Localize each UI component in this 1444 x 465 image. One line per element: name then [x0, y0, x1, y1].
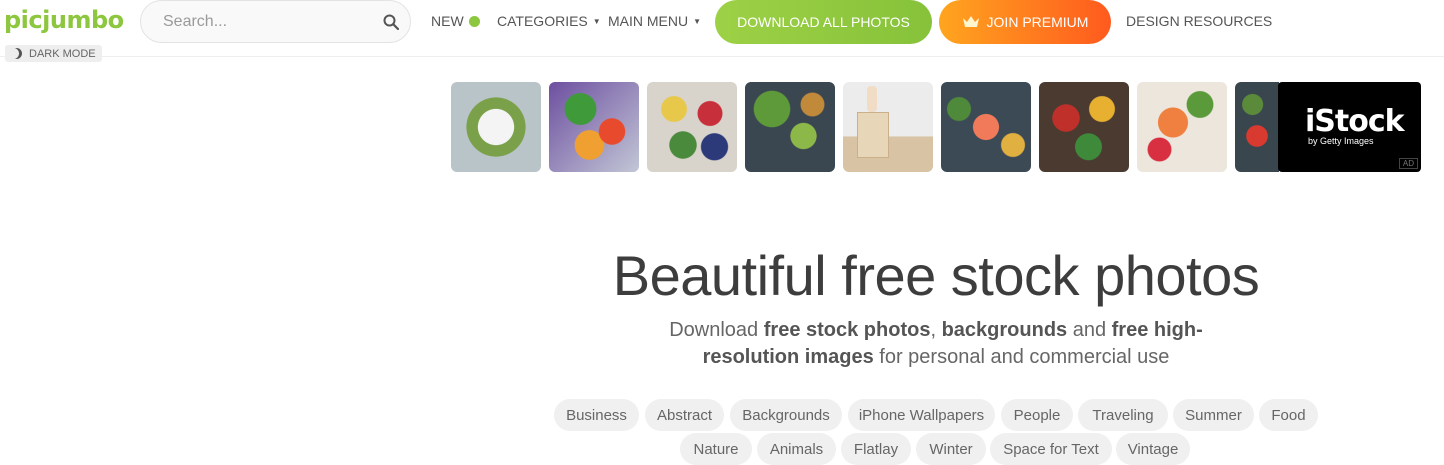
tag-chip[interactable]: People: [1001, 399, 1073, 431]
tag-chip[interactable]: Nature: [680, 433, 752, 465]
tag-chip[interactable]: Abstract: [645, 399, 724, 431]
ad-thumbnail[interactable]: [1137, 82, 1227, 172]
nav-main-menu-label: MAIN MENU: [608, 13, 689, 29]
join-premium-label: JOIN PREMIUM: [986, 14, 1089, 30]
nav-categories[interactable]: CATEGORIES ▼: [497, 13, 601, 29]
nav-design-resources[interactable]: DESIGN RESOURCES: [1126, 13, 1272, 29]
download-all-label: DOWNLOAD ALL PHOTOS: [737, 14, 910, 30]
nav-new-label: NEW: [431, 13, 464, 29]
tag-chip[interactable]: Space for Text: [990, 433, 1112, 465]
tag-chip[interactable]: Summer: [1173, 399, 1254, 431]
dark-mode-toggle[interactable]: DARK MODE: [5, 45, 102, 62]
ad-thumbnail[interactable]: [1039, 82, 1129, 172]
istock-ad[interactable]: iStock by Getty Images AD: [1278, 82, 1421, 172]
search-icon[interactable]: [383, 14, 399, 30]
ad-thumbnail[interactable]: [1235, 82, 1279, 172]
subtitle-text: for personal and commercial use: [873, 346, 1170, 368]
subtitle-text: and: [1067, 319, 1112, 341]
subtitle-bold: backgrounds: [941, 319, 1068, 341]
moon-icon: [11, 48, 22, 59]
tag-chip[interactable]: Business: [554, 399, 639, 431]
ad-thumbnail[interactable]: [745, 82, 835, 172]
ad-thumbnail[interactable]: [941, 82, 1031, 172]
ad-thumbnail[interactable]: [647, 82, 737, 172]
new-dot-icon: [468, 15, 480, 27]
crown-icon: [962, 16, 979, 27]
hero-title: Beautiful free stock photos: [612, 244, 1260, 307]
hero-subtitle: Download free stock photos, backgrounds …: [660, 317, 1212, 371]
tag-chip[interactable]: Food: [1259, 399, 1318, 431]
subtitle-text: ,: [930, 319, 942, 341]
site-header: picjumbo DARK MODE NEW CATEGORIES ▼ MAIN…: [0, 0, 1444, 62]
tag-chip[interactable]: Animals: [757, 433, 836, 465]
subtitle-bold: free stock photos: [763, 319, 931, 341]
tag-chip[interactable]: Vintage: [1116, 433, 1190, 465]
site-logo[interactable]: picjumbo: [4, 6, 124, 34]
nav-categories-label: CATEGORIES: [497, 13, 588, 29]
ad-thumbnail[interactable]: [843, 82, 933, 172]
tag-chip[interactable]: Flatlay: [841, 433, 911, 465]
nav-design-resources-label: DESIGN RESOURCES: [1126, 13, 1273, 29]
tag-chip[interactable]: Backgrounds: [730, 399, 842, 431]
istock-brand-sub: by Getty Images: [1308, 136, 1374, 146]
ad-badge: AD: [1398, 158, 1418, 169]
caret-down-icon: ▼: [693, 16, 702, 26]
caret-down-icon: ▼: [592, 16, 601, 26]
search-box: [140, 0, 411, 43]
search-input[interactable]: [161, 12, 365, 32]
tag-chip[interactable]: Traveling: [1078, 399, 1168, 431]
ad-thumbnail[interactable]: [549, 82, 639, 172]
nav-main-menu[interactable]: MAIN MENU ▼: [608, 13, 701, 29]
dark-mode-label: DARK MODE: [29, 47, 96, 60]
nav-new[interactable]: NEW: [431, 13, 480, 29]
ad-thumbnail[interactable]: [451, 82, 541, 172]
download-all-button[interactable]: DOWNLOAD ALL PHOTOS: [715, 0, 932, 44]
join-premium-button[interactable]: JOIN PREMIUM: [939, 0, 1111, 44]
subtitle-text: Download: [669, 319, 764, 341]
tag-chip[interactable]: iPhone Wallpapers: [848, 399, 995, 431]
tag-chip[interactable]: Winter: [916, 433, 986, 465]
istock-brand: iStock: [1305, 104, 1405, 139]
